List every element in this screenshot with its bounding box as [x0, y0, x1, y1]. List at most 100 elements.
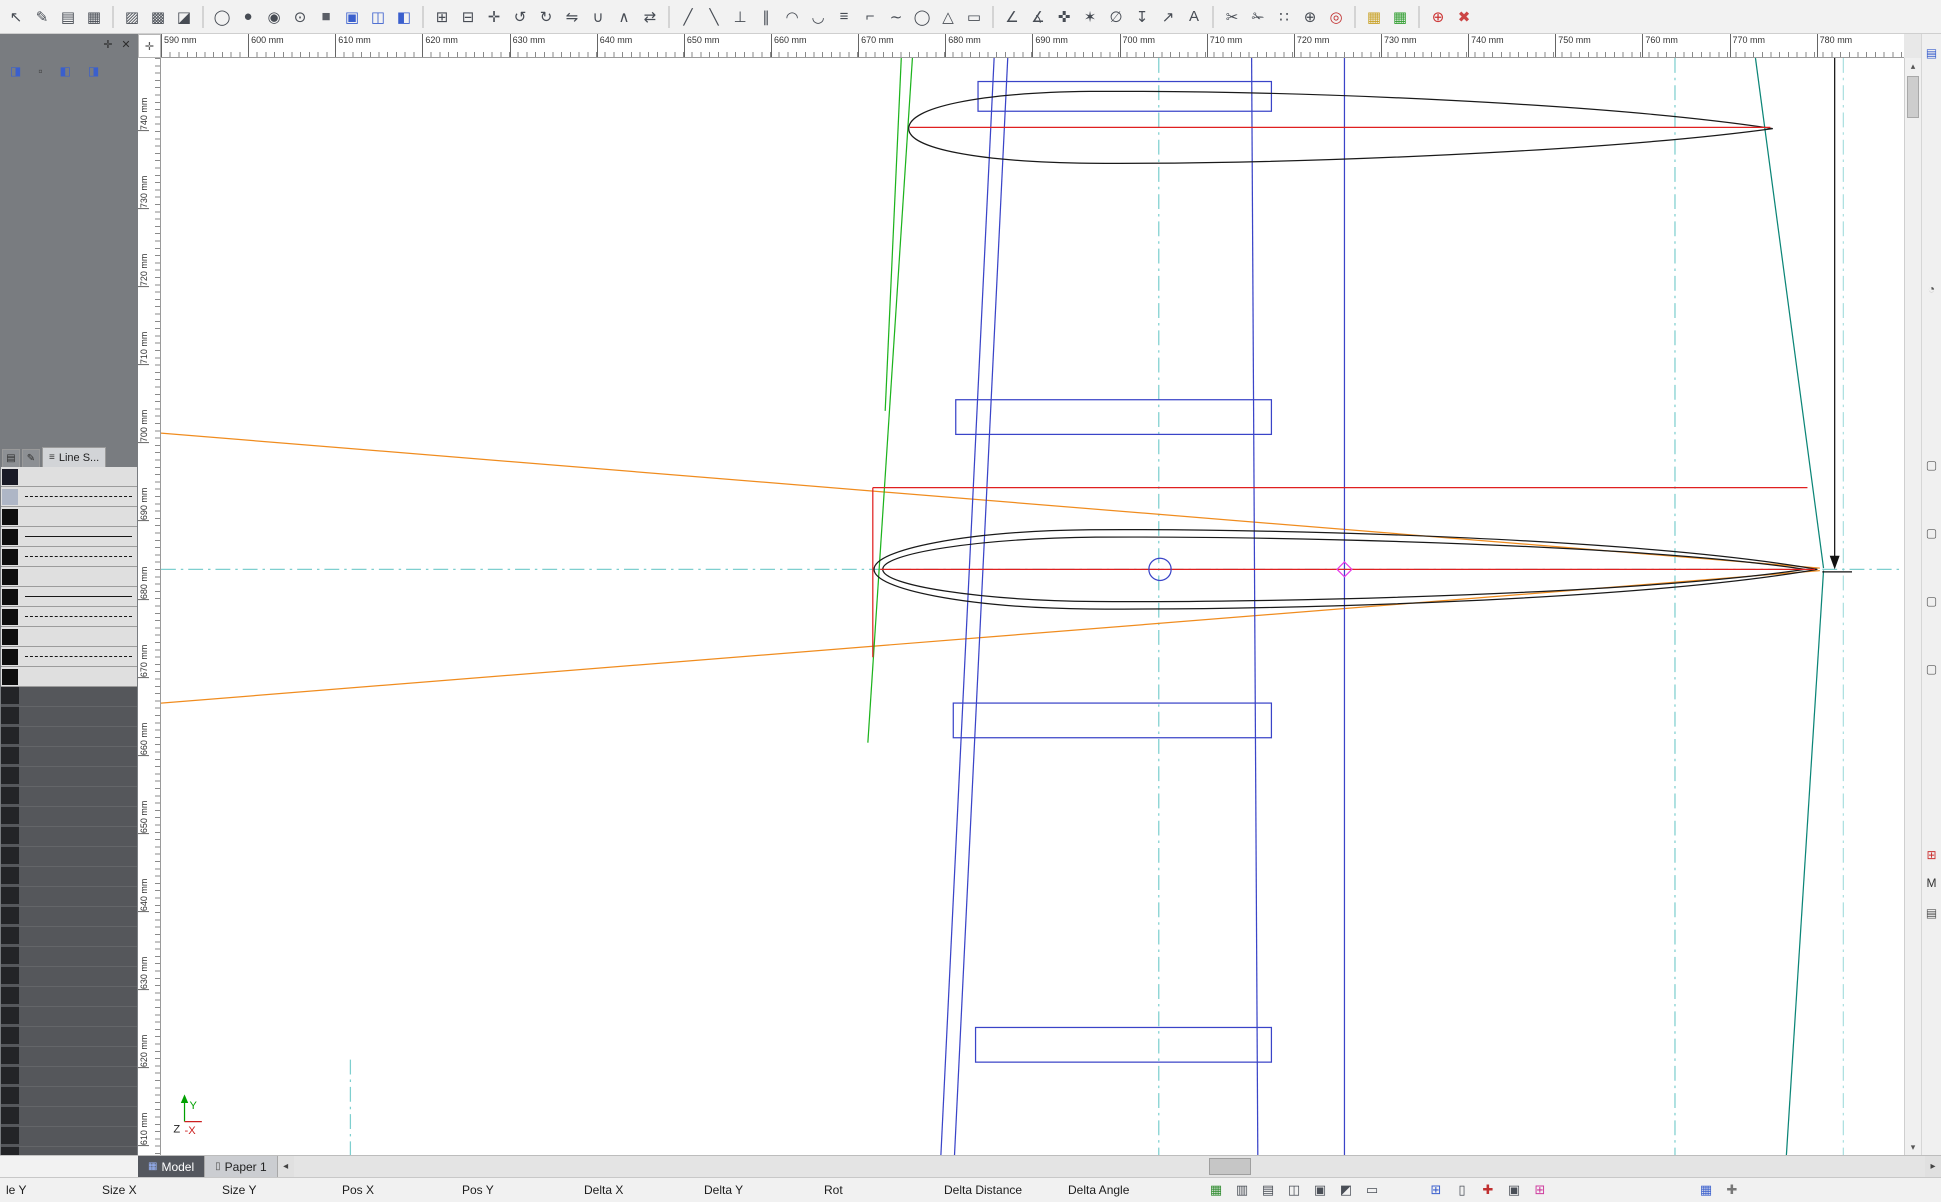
plus-circle-icon[interactable]: ⊕	[1298, 4, 1322, 30]
status-clock-icon[interactable]: ◔	[1923, 280, 1941, 298]
horizontal-scrollbar-thumb[interactable]	[1209, 1158, 1251, 1175]
axis-icon[interactable]: ✜	[1052, 4, 1076, 30]
rectangle-tool-icon[interactable]: ▭	[962, 4, 986, 30]
filled-circle-tool-icon[interactable]: ●	[236, 4, 260, 30]
line-style-row[interactable]	[1, 467, 137, 487]
tab-paper-1[interactable]: ▯ Paper 1	[205, 1156, 278, 1177]
angle-icon[interactable]: ∠	[1000, 4, 1024, 30]
line-style-row[interactable]	[1, 647, 137, 667]
drawing-viewport[interactable]: Y Z -X	[161, 58, 1904, 1155]
viewport-split-icon[interactable]: ◧	[392, 4, 416, 30]
arc-down-icon[interactable]: ◡	[806, 4, 830, 30]
dock-right-icon[interactable]: ◨	[88, 64, 99, 78]
line-style-row[interactable]	[1, 587, 137, 607]
line-style-row[interactable]	[1, 567, 137, 587]
far-right-grid-icon[interactable]: ▦	[1696, 1180, 1716, 1200]
vertical-scrollbar[interactable]: ▴ ▾	[1904, 58, 1921, 1155]
panel-c-icon[interactable]: ▢	[1923, 592, 1941, 610]
target-icon[interactable]: ◎	[1324, 4, 1348, 30]
diagonal-line-icon[interactable]: ╲	[702, 4, 726, 30]
pin-icon[interactable]: ✛	[101, 38, 115, 51]
line-style-row[interactable]	[1, 487, 137, 507]
rotate-ccw-icon[interactable]: ↺	[508, 4, 532, 30]
layers-icon[interactable]: ▤	[56, 4, 80, 30]
model-space-icon[interactable]: ⊞	[1426, 1180, 1446, 1200]
circle-3p-icon[interactable]: ◯	[910, 4, 934, 30]
dimension-icon[interactable]: ↧	[1130, 4, 1154, 30]
list-panel-icon[interactable]: ▤	[1923, 904, 1941, 922]
tab-line-styles[interactable]: ≡ Line S...	[42, 447, 106, 467]
trim-icon[interactable]: ✁	[1246, 4, 1270, 30]
donut-tool-icon[interactable]: ◉	[262, 4, 286, 30]
grid-icon[interactable]: ▦	[82, 4, 106, 30]
pencil-icon[interactable]: ✎	[30, 4, 54, 30]
spline-icon[interactable]: ∼	[884, 4, 908, 30]
panel-d-icon[interactable]: ▢	[1923, 660, 1941, 678]
scroll-left-button[interactable]: ◂	[278, 1156, 294, 1177]
crosshair-icon[interactable]: ✚	[1478, 1180, 1498, 1200]
ortho-icon[interactable]: ▤	[1258, 1180, 1278, 1200]
far-right-plus-icon[interactable]: ✚	[1722, 1180, 1742, 1200]
line-style-row[interactable]	[1, 607, 137, 627]
node-edit-icon[interactable]: ∪	[586, 4, 610, 30]
panel-mini-tab-1[interactable]: ▤	[2, 449, 20, 467]
triangle-icon[interactable]: △	[936, 4, 960, 30]
multiline-icon[interactable]: ≡	[832, 4, 856, 30]
scroll-right-button[interactable]: ▸	[1925, 1156, 1941, 1177]
line-style-row[interactable]	[1, 667, 137, 687]
copy-icon[interactable]: ⊞	[430, 4, 454, 30]
line-style-row[interactable]	[1, 527, 137, 547]
scroll-down-button[interactable]: ▾	[1905, 1139, 1921, 1155]
parallel-icon[interactable]: ∥	[754, 4, 778, 30]
table-green-icon[interactable]: ▦	[1388, 4, 1412, 30]
circle-tool-icon[interactable]: ◯	[210, 4, 234, 30]
arc-up-icon[interactable]: ◠	[780, 4, 804, 30]
model-panel-icon[interactable]: M	[1923, 874, 1941, 892]
dock-blank-icon[interactable]: ▫	[38, 64, 42, 78]
angle-measure-icon[interactable]: ∡	[1026, 4, 1050, 30]
swap-icon[interactable]: ⇄	[638, 4, 662, 30]
line-tool-icon[interactable]: ╱	[676, 4, 700, 30]
scissors-icon[interactable]: ✂	[1220, 4, 1244, 30]
viewport-icon[interactable]: ◫	[366, 4, 390, 30]
ruler-corner-tracking-icon[interactable]: ✛	[138, 34, 161, 58]
image-icon[interactable]: ▣	[340, 4, 364, 30]
corner-icon[interactable]: ⌐	[858, 4, 882, 30]
leader-icon[interactable]: ↗	[1156, 4, 1180, 30]
panel-a-icon[interactable]: ▢	[1923, 456, 1941, 474]
scroll-up-button[interactable]: ▴	[1905, 58, 1921, 74]
panel-mini-tab-2[interactable]: ✎	[22, 449, 40, 467]
vertical-scrollbar-thumb[interactable]	[1907, 76, 1919, 118]
red-cross-icon[interactable]: ✖	[1452, 4, 1476, 30]
grid-display-icon[interactable]: ▥	[1232, 1180, 1252, 1200]
line-style-row[interactable]	[1, 507, 137, 527]
tab-model[interactable]: ▦ Model	[138, 1156, 205, 1177]
otrack-icon[interactable]: ◩	[1336, 1180, 1356, 1200]
eraser-icon[interactable]: ◪	[172, 4, 196, 30]
snap-icon[interactable]: ∷	[1272, 4, 1296, 30]
red-plus-icon[interactable]: ⊕	[1426, 4, 1450, 30]
dock-layout-icon[interactable]: ◨	[10, 64, 21, 78]
lineweight-icon[interactable]: ▭	[1362, 1180, 1382, 1200]
select-icon[interactable]: ↖	[4, 4, 28, 30]
dock-left-icon[interactable]: ◧	[60, 64, 71, 78]
hatch-pink-icon[interactable]: ⊞	[1530, 1180, 1550, 1200]
alert-panel-icon[interactable]: ⊞	[1923, 846, 1941, 864]
horizontal-scrollbar[interactable]	[294, 1156, 1925, 1177]
snap-grid-icon[interactable]: ▦	[1206, 1180, 1226, 1200]
mirror-icon[interactable]: ⇋	[560, 4, 584, 30]
polar-tracking-icon[interactable]: ◫	[1284, 1180, 1304, 1200]
line-style-row[interactable]	[1, 547, 137, 567]
annotation-icon[interactable]: ▯	[1452, 1180, 1472, 1200]
polar-icon[interactable]: ✶	[1078, 4, 1102, 30]
close-icon[interactable]: ✕	[119, 38, 133, 51]
table-yellow-icon[interactable]: ▦	[1362, 4, 1386, 30]
polyline-icon[interactable]: ∧	[612, 4, 636, 30]
solid-fill-icon[interactable]: ■	[314, 4, 338, 30]
panel-b-icon[interactable]: ▢	[1923, 524, 1941, 542]
fill-icon[interactable]: ▩	[146, 4, 170, 30]
hatch-icon[interactable]: ▨	[120, 4, 144, 30]
workspace-icon[interactable]: ▣	[1504, 1180, 1524, 1200]
move-icon[interactable]: ✛	[482, 4, 506, 30]
array-icon[interactable]: ⊟	[456, 4, 480, 30]
